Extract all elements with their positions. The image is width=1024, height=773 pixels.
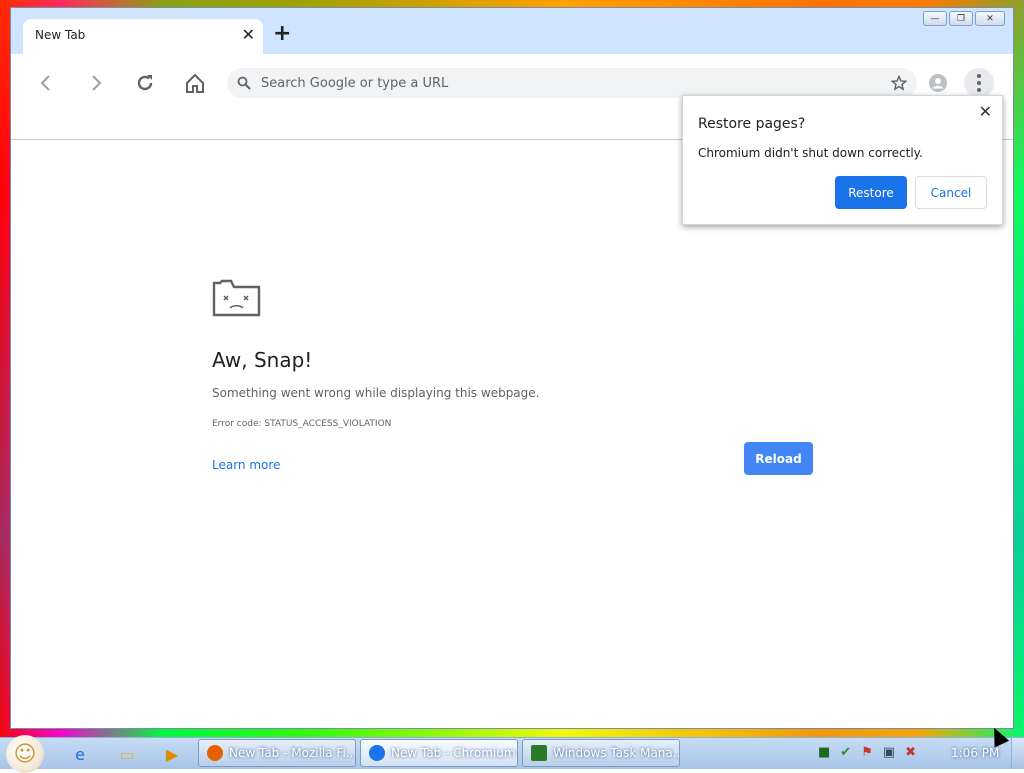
cancel-button[interactable]: Cancel — [915, 176, 987, 209]
menu-button[interactable] — [964, 68, 994, 98]
profile-button[interactable] — [923, 68, 953, 98]
omnibox[interactable] — [227, 68, 917, 98]
restore-button[interactable]: Restore — [835, 176, 907, 209]
error-title: Aw, Snap! — [212, 348, 313, 372]
forward-button[interactable] — [81, 68, 111, 98]
firefox-icon — [207, 745, 223, 761]
performance-monitor-icon[interactable]: ■ — [818, 745, 830, 760]
system-tray: ■ ✔ ⚑ ▣ ✖ — [818, 745, 916, 760]
task-manager-icon — [531, 745, 547, 761]
address-bar-input[interactable] — [261, 74, 861, 92]
page-content: Aw, Snap! Something went wrong while dis… — [11, 140, 1013, 728]
taskbar-item-label: Windows Task Mana... — [553, 746, 680, 760]
action-center-icon[interactable]: ⚑ — [861, 745, 873, 760]
sad-tab-icon — [212, 279, 261, 317]
reload-toolbar-button[interactable] — [130, 68, 160, 98]
forward-arrow-icon — [92, 75, 102, 91]
start-button[interactable]: ☺ — [6, 735, 44, 773]
bookmark-star-icon[interactable] — [891, 75, 907, 91]
home-button[interactable] — [180, 68, 210, 98]
browser-window: — ❐ ✕ New Tab ✕ + Search Google or type … — [10, 7, 1014, 729]
maximize-button[interactable]: ❐ — [949, 11, 973, 26]
home-icon — [186, 73, 204, 93]
taskbar-item-chromium[interactable]: New Tab - Chromium — [360, 739, 518, 767]
window-controls: — ❐ ✕ — [923, 11, 1005, 26]
taskbar-item-label: New Tab - Chromium — [391, 746, 516, 760]
start-orb-icon: ☺ — [13, 741, 37, 767]
reload-icon — [137, 75, 153, 91]
show-desktop-button[interactable] — [1011, 738, 1024, 769]
minimize-button[interactable]: — — [923, 11, 947, 26]
error-message: Something went wrong while displaying th… — [212, 386, 540, 400]
error-code: Error code: STATUS_ACCESS_VIOLATION — [212, 419, 392, 429]
network-icon[interactable]: ▣ — [883, 745, 895, 760]
chromium-icon — [369, 745, 385, 761]
profile-avatar-icon — [929, 74, 947, 92]
tab-title: New Tab — [35, 28, 86, 42]
back-arrow-icon — [40, 75, 50, 91]
taskbar-item-label: New Tab - Mozilla Fi... — [229, 746, 356, 760]
media-player-icon[interactable]: ▶ — [160, 742, 184, 766]
tab-strip: — ❐ ✕ New Tab ✕ + — [11, 8, 1013, 54]
taskbar-clock[interactable]: 1:06 PM — [951, 746, 999, 760]
back-button[interactable] — [31, 68, 61, 98]
bubble-message: Chromium didn't shut down correctly. — [698, 146, 923, 160]
tab-new-tab[interactable]: New Tab ✕ — [23, 19, 263, 54]
kebab-menu-icon — [977, 74, 981, 92]
reload-button[interactable]: Reload — [744, 442, 813, 475]
security-shield-icon[interactable]: ✔ — [840, 745, 851, 760]
learn-more-link[interactable]: Learn more — [212, 458, 280, 472]
volume-muted-icon[interactable]: ✖ — [905, 745, 916, 760]
bubble-title: Restore pages? — [698, 116, 806, 132]
search-icon — [237, 76, 251, 90]
restore-pages-bubble: Restore pages? Chromium didn't shut down… — [682, 95, 1003, 225]
close-window-button[interactable]: ✕ — [975, 11, 1005, 26]
bubble-close-icon[interactable]: ✕ — [979, 102, 992, 121]
tab-close-icon[interactable]: ✕ — [242, 26, 255, 44]
folder-icon[interactable]: ▭ — [115, 742, 139, 766]
internet-explorer-icon[interactable]: e — [68, 742, 92, 766]
taskbar: ☺ e ▭ ▶ New Tab - Mozilla Fi... New Tab … — [0, 735, 1024, 773]
taskbar-item-firefox[interactable]: New Tab - Mozilla Fi... — [198, 739, 356, 767]
taskbar-item-task-manager[interactable]: Windows Task Mana... — [522, 739, 680, 767]
new-tab-button[interactable]: + — [273, 23, 291, 45]
